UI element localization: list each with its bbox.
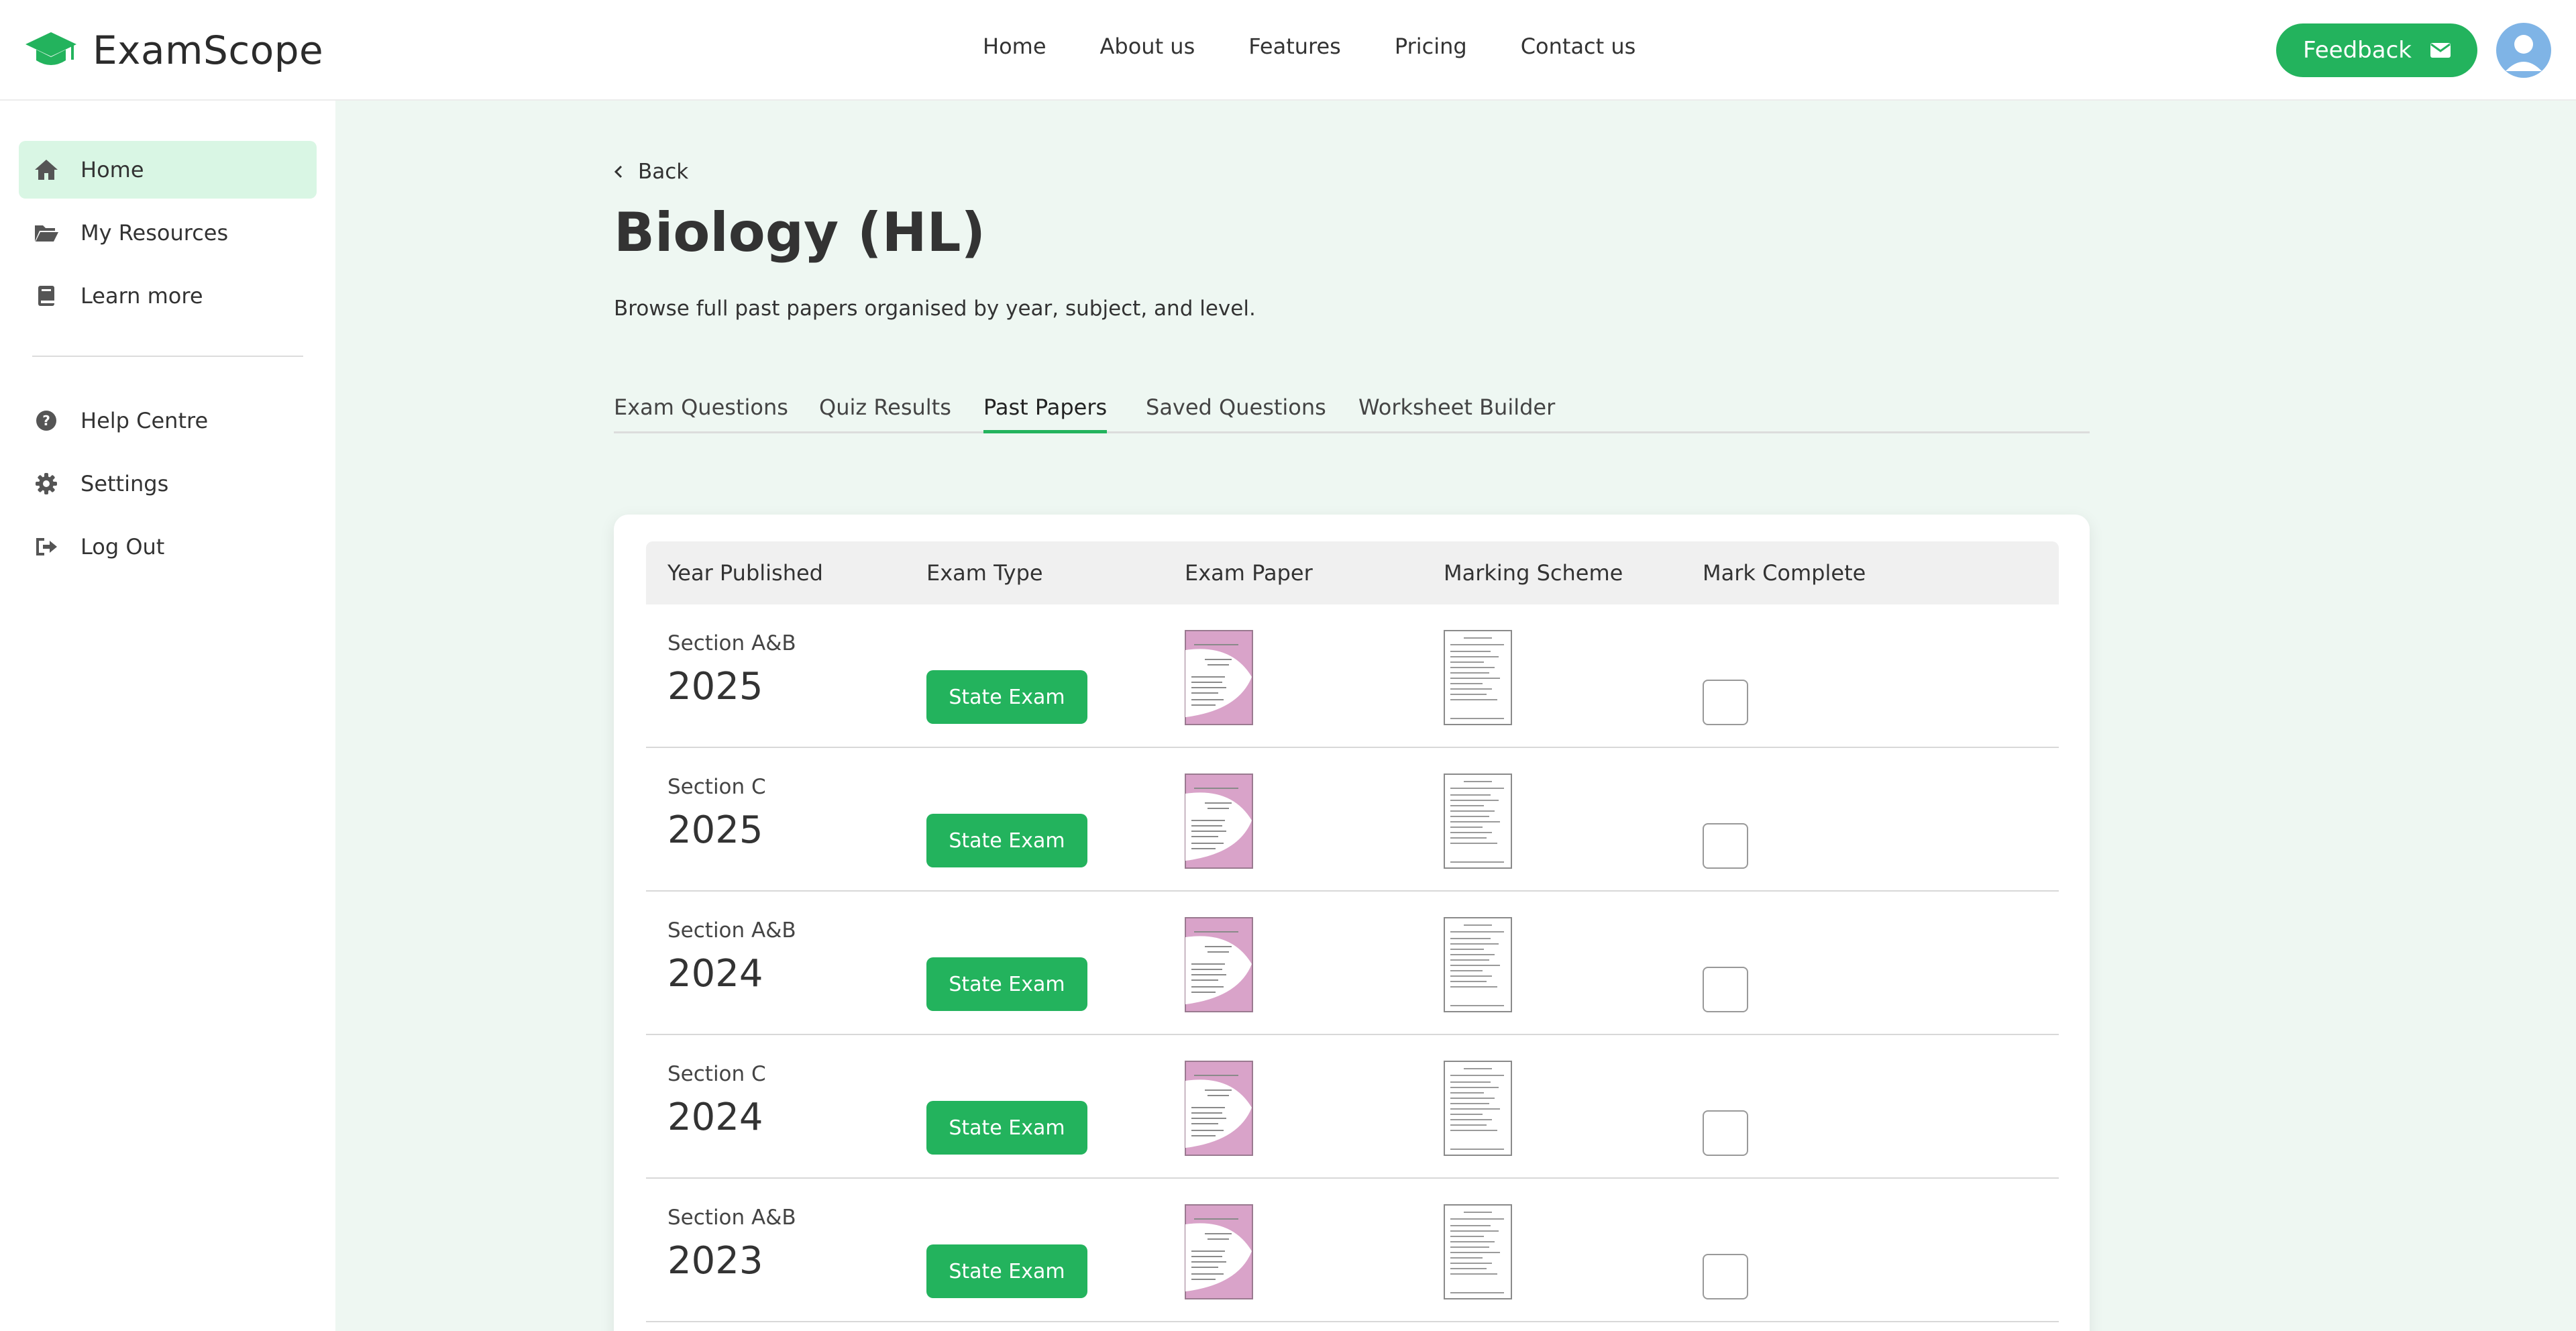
nav-pricing[interactable]: Pricing [1395, 34, 1467, 59]
exam-type-badge[interactable]: State Exam [926, 957, 1087, 1011]
sidebar-item-label: My Resources [80, 220, 229, 246]
book-icon [34, 283, 59, 309]
tab-quiz-results[interactable]: Quiz Results [819, 394, 951, 433]
column-header-mark-complete: Mark Complete [1703, 560, 1866, 586]
home-icon [34, 157, 59, 182]
column-header-exam-paper: Exam Paper [1185, 560, 1313, 586]
feedback-button[interactable]: Feedback [2276, 23, 2477, 77]
table-row: Section C 2025 State Exam [646, 748, 2059, 892]
marking-scheme-thumbnail[interactable] [1444, 1061, 1512, 1156]
sidebar-item-learn-more[interactable]: Learn more [19, 267, 317, 325]
page-title: Biology (HL) [614, 201, 986, 264]
marking-scheme-thumbnail[interactable] [1444, 630, 1512, 725]
marking-scheme-thumbnail[interactable] [1444, 1204, 1512, 1299]
table-row: Section A&B 2023 State Exam [646, 1179, 2059, 1322]
page-subtitle: Browse full past papers organised by yea… [614, 297, 1256, 321]
log-out-icon [34, 534, 59, 560]
row-section: Section A&B [667, 631, 796, 655]
help-circle-icon: ? [34, 408, 59, 433]
mail-icon [2430, 43, 2451, 58]
row-section: Section C [667, 1062, 766, 1086]
sidebar-item-label: Home [80, 157, 144, 182]
row-year: 2024 [667, 952, 763, 996]
sidebar-item-label: Log Out [80, 534, 165, 560]
back-link[interactable]: Back [614, 160, 688, 184]
sidebar-item-label: Learn more [80, 283, 203, 309]
user-avatar-icon[interactable] [2496, 23, 2551, 78]
table-row: Section A&B 2024 State Exam [646, 892, 2059, 1035]
table-row: Section C 2024 State Exam [646, 1035, 2059, 1179]
nav-home[interactable]: Home [983, 34, 1046, 59]
sidebar-item-label: Settings [80, 471, 169, 496]
sidebar-item-settings[interactable]: Settings [19, 455, 317, 513]
mark-complete-checkbox[interactable] [1703, 680, 1748, 725]
row-year: 2025 [667, 665, 763, 708]
row-year: 2025 [667, 808, 763, 852]
exam-paper-thumbnail[interactable] [1185, 1204, 1253, 1299]
chevron-left-icon [614, 165, 623, 178]
sidebar-divider [32, 356, 303, 357]
sidebar-item-log-out[interactable]: Log Out [19, 518, 317, 576]
row-section: Section A&B [667, 1206, 796, 1230]
svg-text:?: ? [42, 413, 50, 429]
top-nav: Home About us Features Pricing Contact u… [983, 34, 1689, 59]
exam-paper-thumbnail[interactable] [1185, 630, 1253, 725]
sidebar-item-help-centre[interactable]: ? Help Centre [19, 392, 317, 449]
exam-paper-thumbnail[interactable] [1185, 774, 1253, 869]
exam-paper-thumbnail[interactable] [1185, 917, 1253, 1012]
row-section: Section C [667, 775, 766, 799]
nav-contact-us[interactable]: Contact us [1521, 34, 1636, 59]
exam-type-badge[interactable]: State Exam [926, 814, 1087, 867]
tab-worksheet-builder[interactable]: Worksheet Builder [1358, 394, 1555, 433]
mark-complete-checkbox[interactable] [1703, 823, 1748, 869]
feedback-label: Feedback [2303, 37, 2412, 64]
tab-saved-questions[interactable]: Saved Questions [1146, 394, 1326, 433]
tab-bar: Exam Questions Quiz Results Past Papers … [614, 394, 2090, 433]
exam-type-badge[interactable]: State Exam [926, 670, 1087, 724]
nav-features[interactable]: Features [1248, 34, 1341, 59]
row-section: Section A&B [667, 918, 796, 943]
exam-type-badge[interactable]: State Exam [926, 1244, 1087, 1298]
gear-icon [34, 471, 59, 496]
past-papers-card: Year Published Exam Type Exam Paper Mark… [614, 515, 2090, 1331]
folder-open-icon [34, 220, 59, 246]
marking-scheme-thumbnail[interactable] [1444, 917, 1512, 1012]
column-header-marking-scheme: Marking Scheme [1444, 560, 1623, 586]
row-year: 2024 [667, 1096, 763, 1139]
sidebar-item-my-resources[interactable]: My Resources [19, 204, 317, 262]
brand-logo[interactable]: ExamScope [24, 27, 323, 74]
tab-exam-questions[interactable]: Exam Questions [614, 394, 788, 433]
column-header-year: Year Published [667, 560, 823, 586]
exam-type-badge[interactable]: State Exam [926, 1101, 1087, 1155]
top-bar: ExamScope Home About us Features Pricing… [0, 0, 2576, 101]
nav-about-us[interactable]: About us [1100, 34, 1195, 59]
exam-paper-thumbnail[interactable] [1185, 1061, 1253, 1156]
sidebar-item-home[interactable]: Home [19, 141, 317, 199]
mark-complete-checkbox[interactable] [1703, 1254, 1748, 1299]
row-year: 2023 [667, 1239, 763, 1283]
back-label: Back [638, 160, 689, 184]
graduation-cap-icon [25, 32, 76, 65]
column-header-exam-type: Exam Type [926, 560, 1043, 586]
brand-name: ExamScope [93, 28, 324, 73]
mark-complete-checkbox[interactable] [1703, 1110, 1748, 1156]
marking-scheme-thumbnail[interactable] [1444, 774, 1512, 869]
table-header: Year Published Exam Type Exam Paper Mark… [646, 541, 2059, 604]
mark-complete-checkbox[interactable] [1703, 967, 1748, 1012]
main-content: Back Biology (HL) Browse full past paper… [335, 101, 2576, 1331]
sidebar: Home My Resources Learn more ? Help Cent… [0, 101, 335, 1331]
sidebar-item-label: Help Centre [80, 408, 209, 433]
tab-past-papers[interactable]: Past Papers [983, 394, 1108, 433]
table-row: Section A&B 2025 State Exam [646, 604, 2059, 748]
